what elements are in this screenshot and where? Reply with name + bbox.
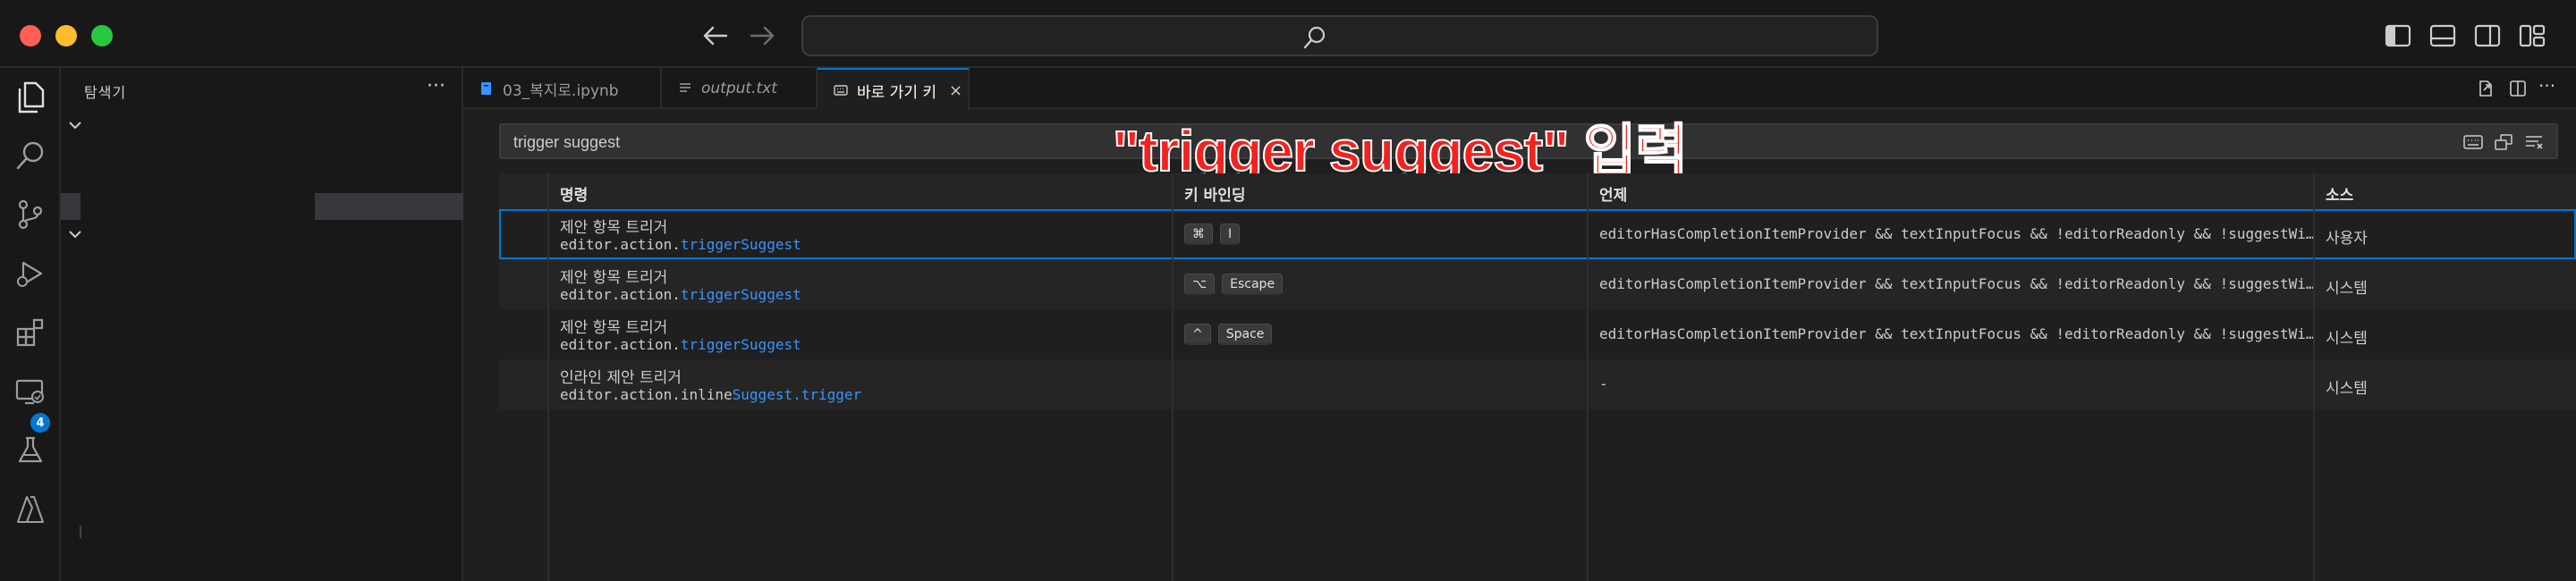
key-cap: Escape — [1222, 274, 1284, 295]
key-cap: I — [1220, 223, 1241, 245]
split-editor-icon[interactable] — [2508, 79, 2528, 98]
remote-explorer-icon[interactable] — [11, 372, 50, 411]
key-cap: ^ — [1184, 324, 1211, 345]
tab-bar: 03_복지로.ipynb output.txt 바로 가기 키 × ··· — [463, 68, 2576, 111]
tab-label: 바로 가기 키 — [857, 83, 937, 102]
title-bar — [0, 0, 2576, 68]
command-id: editor.action.triggerSuggest — [560, 286, 801, 303]
search-icon[interactable] — [11, 136, 50, 175]
table-row[interactable]: 인라인 제안 트리거 editor.action.inlineSuggest.t… — [499, 359, 2576, 409]
selected-row-indicator — [61, 193, 80, 220]
azure-icon[interactable] — [11, 490, 50, 529]
source-label: 시스템 — [2326, 280, 2368, 298]
key-cap: Space — [1217, 324, 1273, 345]
column-header-source[interactable]: 소스 — [2326, 182, 2353, 205]
explorer-sidebar: 탐색기 ··· — [61, 68, 463, 581]
maximize-window-button[interactable] — [91, 25, 113, 46]
column-divider[interactable] — [1172, 173, 1174, 581]
chevron-down-icon[interactable] — [66, 116, 84, 134]
tab-label: output.txt — [701, 80, 777, 97]
when-clause: editorHasCompletionItemProvider && textI… — [1599, 275, 2315, 292]
activity-bar: 4 — [0, 68, 61, 581]
close-window-button[interactable] — [20, 25, 41, 46]
command-id: editor.action.triggerSuggest — [560, 336, 801, 353]
tab-notebook[interactable]: 03_복지로.ipynb — [463, 68, 662, 109]
text-file-icon — [680, 83, 691, 92]
toggle-panel-icon[interactable] — [2429, 23, 2456, 48]
command-id: editor.action.inlineSuggest.trigger — [560, 386, 862, 403]
when-clause: - — [1599, 375, 1608, 392]
chevron-down-icon[interactable] — [66, 225, 84, 243]
extensions-badge: 4 — [30, 413, 50, 433]
sort-by-precedence-icon[interactable] — [2494, 134, 2513, 150]
table-row[interactable]: 제안 항목 트리거 editor.action.triggerSuggest ⌘… — [499, 209, 2576, 259]
column-divider[interactable] — [547, 173, 549, 581]
keyboard-icon — [834, 85, 848, 96]
search-icon — [1302, 25, 1327, 54]
sidebar-title: 탐색기 — [84, 84, 127, 101]
table-header: 명령 키 바인딩 언제 소스 — [499, 173, 2576, 209]
extensions-icon[interactable] — [11, 313, 50, 352]
customize-layout-icon[interactable] — [2519, 23, 2546, 48]
command-title: 제안 항목 트리거 — [560, 269, 668, 287]
close-icon[interactable]: × — [949, 81, 962, 100]
keybindings-table: 명령 키 바인딩 언제 소스 제안 항목 트리거 editor.action.t… — [499, 173, 2576, 581]
tab-keyboard-shortcuts[interactable]: 바로 가기 키 × — [818, 68, 970, 111]
record-keys-icon[interactable] — [2463, 134, 2483, 150]
column-divider[interactable] — [1587, 173, 1589, 581]
open-keybindings-json-icon[interactable] — [2476, 79, 2496, 98]
editor-area: 03_복지로.ipynb output.txt 바로 가기 키 × ··· tr… — [463, 68, 2576, 581]
minimize-window-button[interactable] — [55, 25, 77, 46]
when-clause: editorHasCompletionItemProvider && textI… — [1599, 225, 2315, 242]
command-id: editor.action.triggerSuggest — [560, 236, 801, 253]
source-label: 사용자 — [2326, 230, 2368, 248]
keybinding-keys[interactable]: ⌘ I — [1184, 223, 1241, 245]
command-center-search[interactable] — [801, 15, 1878, 56]
tree-indent-guide — [80, 526, 81, 538]
toggle-primary-sidebar-icon[interactable] — [2385, 23, 2411, 48]
table-row[interactable]: 제안 항목 트리거 editor.action.triggerSuggest ^… — [499, 309, 2576, 359]
more-actions-icon[interactable]: ··· — [2538, 75, 2555, 97]
keybinding-keys[interactable]: ^ Space — [1184, 324, 1273, 345]
when-clause: editorHasCompletionItemProvider && textI… — [1599, 325, 2315, 342]
run-debug-icon[interactable] — [11, 254, 50, 293]
more-actions-icon[interactable]: ··· — [427, 75, 445, 97]
toggle-secondary-sidebar-icon[interactable] — [2474, 23, 2501, 48]
key-cap: ⌥ — [1184, 274, 1216, 295]
selected-row[interactable] — [315, 193, 463, 220]
command-title: 제안 항목 트리거 — [560, 319, 668, 337]
table-row[interactable]: 제안 항목 트리거 editor.action.triggerSuggest ⌥… — [499, 259, 2576, 309]
notebook-icon — [481, 82, 491, 95]
back-arrow-icon[interactable] — [698, 18, 733, 54]
key-cap: ⌘ — [1184, 223, 1213, 245]
source-control-icon[interactable] — [11, 195, 50, 234]
command-title: 인라인 제안 트리거 — [560, 369, 682, 387]
column-header-command[interactable]: 명령 — [560, 182, 588, 205]
forward-arrow-icon[interactable] — [744, 18, 780, 54]
command-title: 제안 항목 트리거 — [560, 219, 668, 237]
source-label: 시스템 — [2326, 380, 2368, 398]
column-header-keybinding[interactable]: 키 바인딩 — [1184, 182, 1245, 205]
keybinding-keys[interactable]: ⌥ Escape — [1184, 274, 1284, 295]
tab-output[interactable]: output.txt — [662, 68, 818, 109]
testing-icon[interactable] — [11, 431, 50, 470]
explorer-icon[interactable] — [11, 77, 50, 116]
source-label: 시스템 — [2326, 330, 2368, 348]
tab-label: 03_복지로.ipynb — [503, 81, 619, 100]
column-header-when[interactable]: 언제 — [1599, 182, 1627, 205]
column-divider[interactable] — [2313, 173, 2315, 581]
clear-filter-icon[interactable] — [2524, 134, 2544, 150]
search-value: trigger suggest — [513, 133, 621, 151]
